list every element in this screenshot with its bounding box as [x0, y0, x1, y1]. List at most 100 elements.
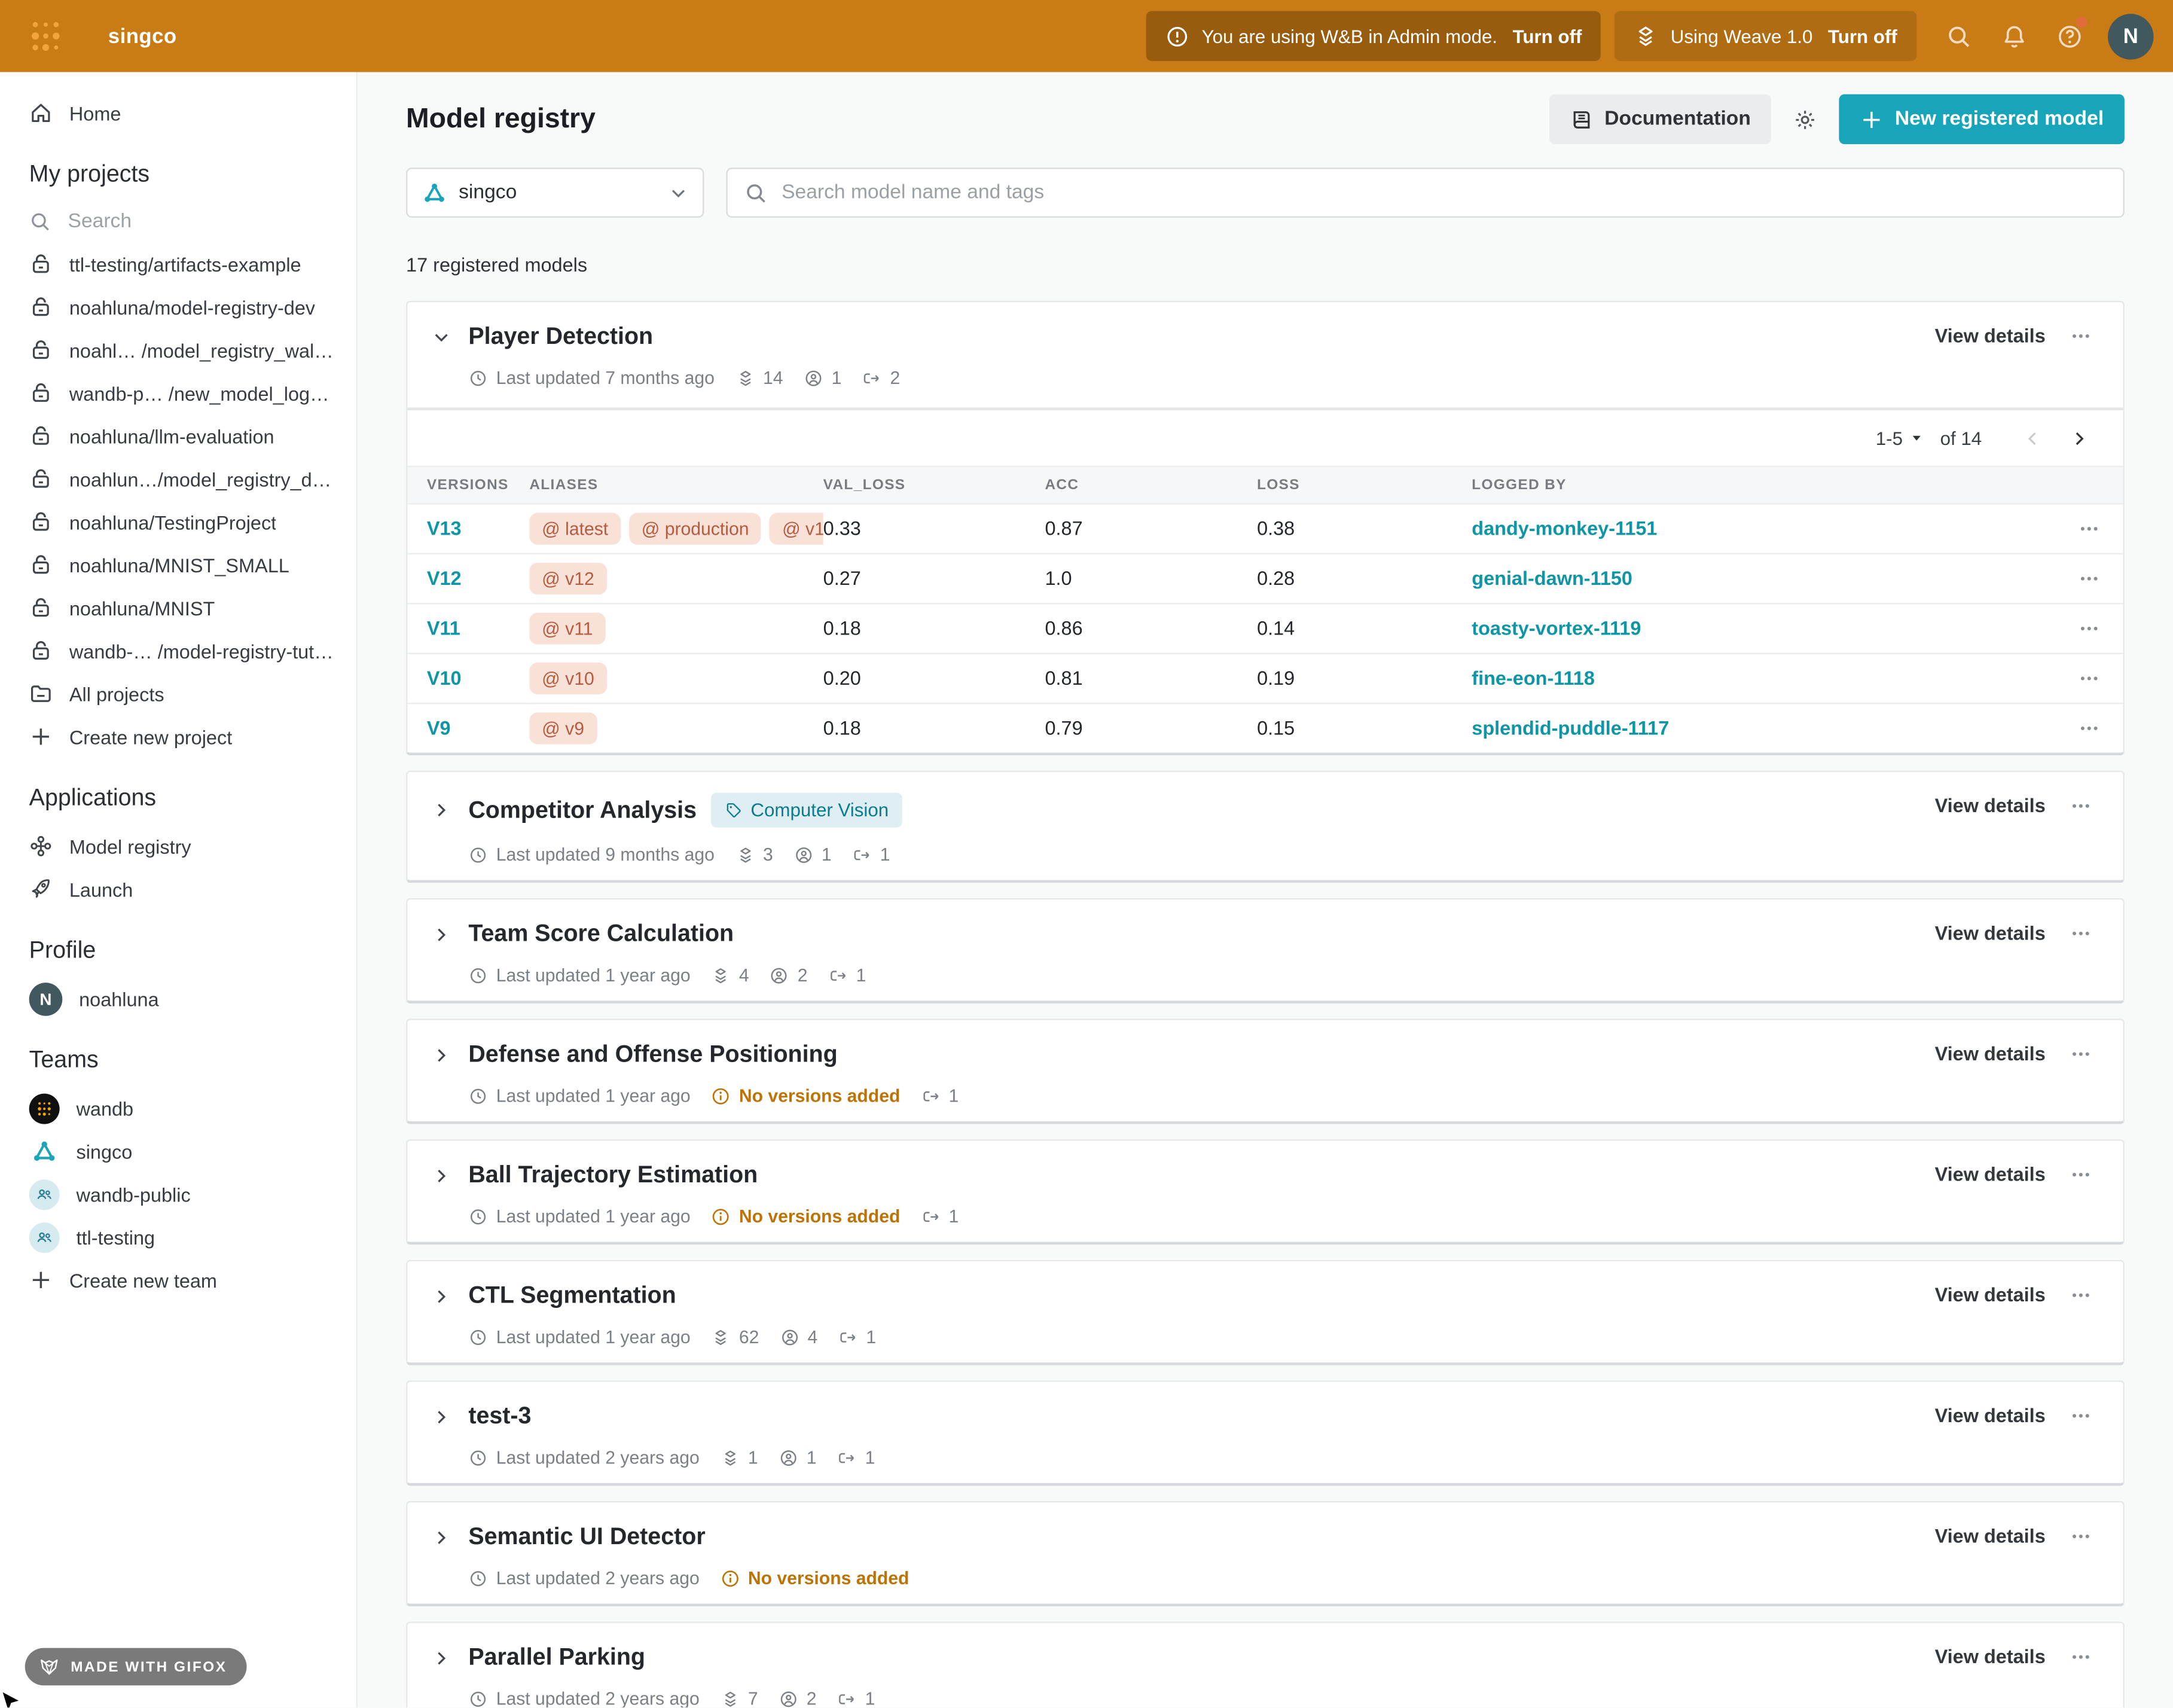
view-details-link[interactable]: View details — [1935, 1645, 2046, 1667]
version-link[interactable]: V12 — [427, 566, 462, 588]
version-link[interactable]: V13 — [427, 516, 462, 538]
version-link[interactable]: V9 — [427, 716, 451, 738]
model-title[interactable]: test-3 — [468, 1402, 531, 1430]
version-link[interactable]: V10 — [427, 666, 462, 688]
version-link[interactable]: V11 — [427, 616, 460, 638]
model-title[interactable]: CTL Segmentation — [468, 1282, 676, 1310]
alias-chip[interactable]: @ v10 — [529, 663, 606, 694]
model-title[interactable]: Parallel Parking — [468, 1644, 645, 1672]
view-details-link[interactable]: View details — [1935, 324, 2046, 346]
model-title[interactable]: Semantic UI Detector — [468, 1523, 705, 1551]
alias-chip[interactable]: @ latest — [529, 513, 621, 545]
sidebar-item-project[interactable]: noahluna/llm-evaluation — [0, 414, 356, 458]
help-icon[interactable] — [2041, 8, 2097, 64]
expand-model-button[interactable] — [427, 920, 454, 948]
model-title[interactable]: Team Score Calculation — [468, 920, 734, 948]
notifications-bell-icon[interactable] — [1986, 8, 2041, 64]
entity-select[interactable]: singco — [406, 167, 704, 217]
sidebar-search[interactable] — [0, 201, 356, 243]
row-options-button[interactable] — [2073, 666, 2104, 691]
sidebar-item-project[interactable]: noahluna/TestingProject — [0, 501, 356, 544]
row-options-button[interactable] — [2073, 566, 2104, 591]
model-title[interactable]: Competitor Analysis — [468, 796, 697, 824]
more-options-button[interactable] — [2065, 1041, 2095, 1066]
view-details-link[interactable]: View details — [1935, 922, 2046, 944]
expand-model-button[interactable] — [427, 1041, 454, 1069]
sidebar-item-project[interactable]: noahl… /model_registry_wal… — [0, 328, 356, 371]
logged-by-run-link[interactable]: genial-dawn-1150 — [1472, 566, 1632, 588]
sidebar-item-team-ttl-testing[interactable]: ttl-testing — [0, 1216, 356, 1259]
sidebar-item-project[interactable]: wandb-… /model-registry-tut… — [0, 629, 356, 672]
sidebar-item-model-registry[interactable]: Model registry — [0, 825, 356, 868]
logged-by-run-link[interactable]: dandy-monkey-1151 — [1472, 516, 1657, 538]
alias-chip[interactable]: @ v11 — [529, 612, 605, 644]
expand-model-button[interactable] — [427, 1644, 454, 1672]
sidebar-item-profile[interactable]: N noahluna — [0, 977, 356, 1020]
weave-banner[interactable]: Using Weave 1.0 Turn off — [1615, 11, 1916, 61]
model-title[interactable]: Defense and Offense Positioning — [468, 1041, 837, 1069]
sidebar-item-all-projects[interactable]: All projects — [0, 672, 356, 715]
sidebar-item-create-project[interactable]: Create new project — [0, 715, 356, 758]
expand-model-button[interactable] — [427, 1161, 454, 1189]
model-category-tag[interactable]: Computer Vision — [710, 793, 902, 828]
expand-model-button[interactable] — [427, 1282, 454, 1310]
more-options-button[interactable] — [2065, 1644, 2095, 1669]
sidebar-search-input[interactable] — [68, 211, 276, 233]
sidebar-item-project[interactable]: noahluna/MNIST_SMALL — [0, 543, 356, 586]
sidebar-item-project[interactable]: noahlun…/model_registry_d… — [0, 458, 356, 501]
alias-chip[interactable]: @ v13 — [770, 513, 823, 545]
sidebar-item-team-wandb[interactable]: wandb — [0, 1087, 356, 1130]
row-options-button[interactable] — [2073, 516, 2104, 541]
expand-model-button[interactable] — [427, 796, 454, 824]
documentation-button[interactable]: Documentation — [1549, 94, 1772, 144]
more-options-button[interactable] — [2065, 793, 2095, 818]
admin-turn-off-button[interactable]: Turn off — [1513, 26, 1582, 47]
sidebar-item-project[interactable]: noahluna/model-registry-dev — [0, 285, 356, 328]
alias-chip[interactable]: @ v9 — [529, 712, 597, 744]
model-search-input[interactable] — [782, 182, 2107, 204]
sidebar-item-project[interactable]: ttl-testing/artifacts-example — [0, 243, 356, 286]
model-title[interactable]: Ball Trajectory Estimation — [468, 1161, 758, 1189]
more-options-button[interactable] — [2065, 920, 2095, 946]
row-options-button[interactable] — [2073, 616, 2104, 641]
pagination-range-dropdown[interactable]: 1-5 — [1876, 428, 1924, 449]
alias-chip[interactable]: @ v12 — [529, 563, 606, 594]
settings-gear-button[interactable] — [1787, 94, 1824, 144]
expand-model-button[interactable] — [427, 1402, 454, 1430]
view-details-link[interactable]: View details — [1935, 1042, 2046, 1065]
previous-page-button[interactable] — [2018, 424, 2045, 452]
more-options-button[interactable] — [2065, 1523, 2095, 1548]
sidebar-item-team-wandb-public[interactable]: wandb-public — [0, 1173, 356, 1216]
logged-by-run-link[interactable]: splendid-puddle-1117 — [1472, 716, 1669, 738]
weave-turn-off-button[interactable]: Turn off — [1828, 26, 1897, 47]
alias-chip[interactable]: @ production — [629, 513, 761, 545]
sidebar-item-home[interactable]: Home — [0, 92, 356, 135]
search-icon[interactable] — [1930, 8, 1986, 64]
more-options-button[interactable] — [2065, 1402, 2095, 1428]
sidebar-item-project[interactable]: wandb-p… /new_model_logg… — [0, 371, 356, 414]
more-options-button[interactable] — [2065, 1282, 2095, 1307]
user-avatar[interactable]: N — [2108, 13, 2153, 59]
view-details-link[interactable]: View details — [1935, 794, 2046, 816]
sidebar-item-project[interactable]: noahluna/MNIST — [0, 586, 356, 629]
expand-model-button[interactable] — [427, 1523, 454, 1551]
admin-mode-banner[interactable]: You are using W&B in Admin mode. Turn of… — [1146, 11, 1601, 61]
logged-by-run-link[interactable]: toasty-vortex-1119 — [1472, 616, 1641, 638]
more-options-button[interactable] — [2065, 323, 2095, 348]
view-details-link[interactable]: View details — [1935, 1163, 2046, 1185]
next-page-button[interactable] — [2065, 424, 2092, 452]
logged-by-run-link[interactable]: fine-eon-1118 — [1472, 666, 1595, 688]
view-details-link[interactable]: View details — [1935, 1283, 2046, 1306]
sidebar-item-team-singco[interactable]: singco — [0, 1130, 356, 1173]
model-title[interactable]: Player Detection — [468, 323, 653, 350]
row-options-button[interactable] — [2073, 716, 2104, 741]
model-search-box[interactable] — [726, 167, 2124, 217]
sidebar-item-create-team[interactable]: Create new team — [0, 1258, 356, 1301]
more-options-button[interactable] — [2065, 1161, 2095, 1187]
view-details-link[interactable]: View details — [1935, 1524, 2046, 1547]
collapse-model-button[interactable] — [427, 323, 454, 350]
sidebar-item-launch[interactable]: Launch — [0, 868, 356, 911]
view-details-link[interactable]: View details — [1935, 1404, 2046, 1426]
new-registered-model-button[interactable]: New registered model — [1839, 94, 2125, 144]
brand-name[interactable]: singco — [108, 25, 177, 48]
